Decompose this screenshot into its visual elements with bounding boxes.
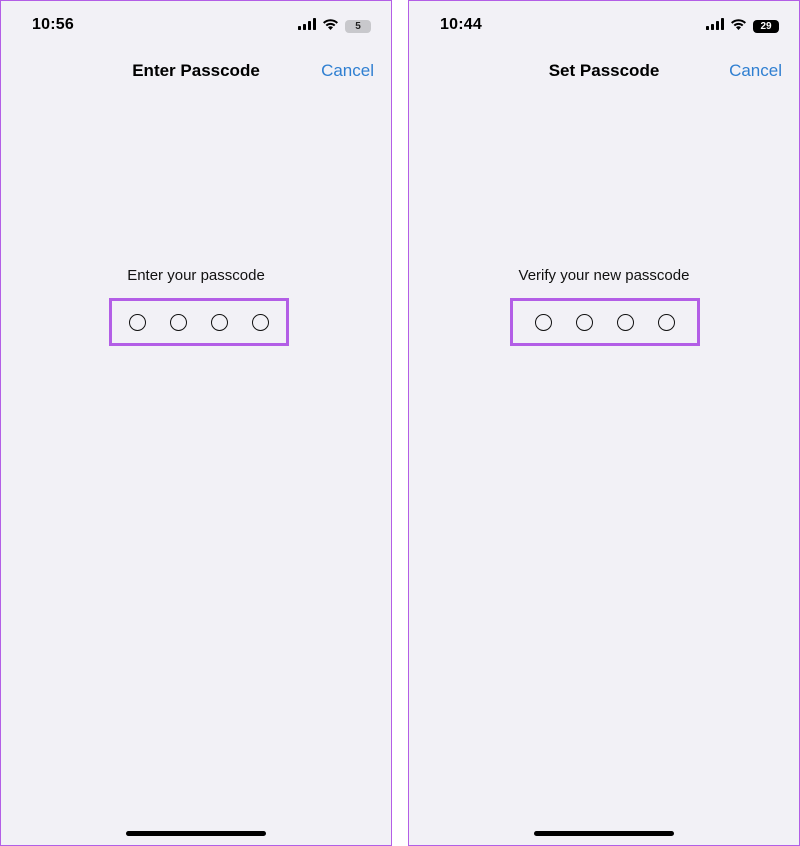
passcode-prompt: Enter your passcode [127, 267, 265, 284]
passcode-dot [252, 313, 269, 331]
cellular-signal-icon [298, 17, 316, 35]
home-indicator[interactable] [126, 831, 266, 836]
wifi-icon [322, 17, 339, 35]
cancel-button[interactable]: Cancel [321, 61, 374, 81]
nav-bar: Enter Passcode Cancel [1, 53, 391, 89]
passcode-dot [129, 313, 146, 331]
wifi-icon [730, 17, 747, 35]
cellular-signal-icon [706, 17, 724, 35]
passcode-input[interactable] [109, 298, 289, 346]
passcode-dot [658, 313, 675, 331]
nav-bar: Set Passcode Cancel [409, 53, 799, 89]
phone-screen-set-passcode: 10:44 29 Set Passcode Cancel Verify your… [408, 0, 800, 846]
status-bar: 10:44 29 [409, 1, 799, 51]
passcode-dot [211, 313, 228, 331]
status-icons: 5 [298, 17, 371, 35]
passcode-dot [170, 313, 187, 331]
status-bar: 10:56 5 [1, 1, 391, 51]
phone-screen-enter-passcode: 10:56 5 Enter Passcode Cancel Enter your… [0, 0, 392, 846]
passcode-dot [617, 313, 634, 331]
status-time: 10:56 [32, 16, 74, 33]
battery-icon: 29 [753, 19, 779, 33]
cancel-button[interactable]: Cancel [729, 61, 782, 81]
battery-icon: 5 [345, 19, 371, 33]
home-indicator[interactable] [534, 831, 674, 836]
status-icons: 29 [706, 17, 779, 35]
passcode-dot [535, 313, 552, 331]
passcode-input[interactable] [510, 298, 700, 346]
status-time: 10:44 [440, 16, 482, 33]
passcode-prompt: Verify your new passcode [518, 267, 690, 284]
passcode-dot [576, 313, 593, 331]
